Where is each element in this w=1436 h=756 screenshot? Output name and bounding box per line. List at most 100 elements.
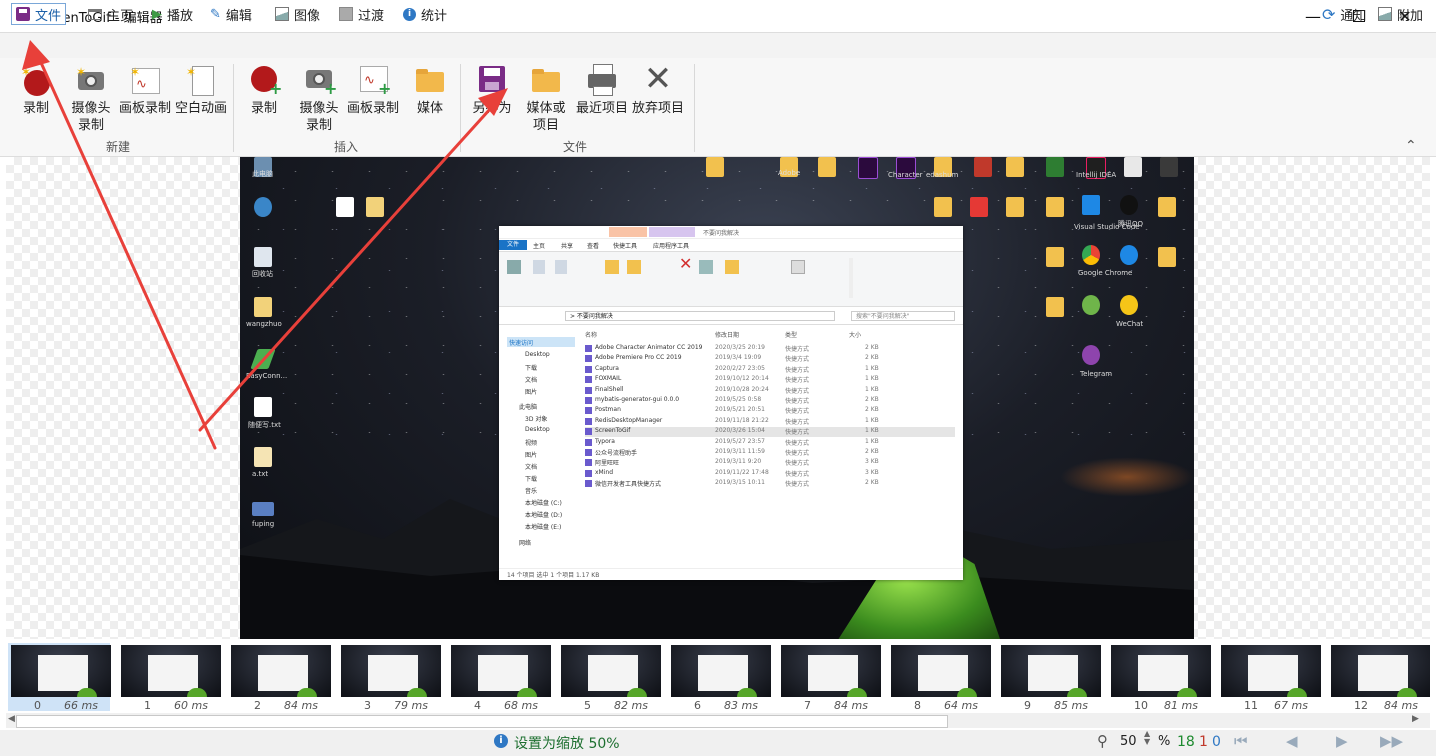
new-board-record-button[interactable]: ∿ ✶ 画板录制 [118, 62, 172, 117]
frame-delay: 68 ms [504, 699, 538, 712]
shortcut-icon [585, 449, 592, 456]
file-type: 快捷方式 [785, 450, 810, 457]
play-icon[interactable]: ▶ [1336, 732, 1348, 750]
file-size: 2 KB [865, 396, 879, 403]
file-row[interactable]: 阿里旺旺 2019/3/11 9:20 快捷方式 3 KB [585, 458, 955, 468]
frame-index: 5 [584, 699, 591, 712]
zoom-spinner-icon[interactable]: ▲ ▼ [1144, 730, 1150, 746]
file-icon [254, 297, 272, 317]
previous-frame-icon[interactable]: ◀ [1286, 732, 1298, 750]
file-row[interactable]: RedisDesktopManager 2019/11/18 21:22 快捷方式 1… [585, 417, 955, 427]
scrollbar-thumb[interactable] [16, 715, 948, 728]
frame-thumbnail[interactable]: 9 85 ms [998, 643, 1101, 712]
frame-delay: 84 ms [284, 699, 318, 712]
folder-icon [529, 62, 563, 96]
file-row[interactable]: Captura 2020/2/27 23:05 快捷方式 1 KB [585, 365, 955, 375]
explorer-window: 不要问我解决 文件 主页 共享 查看 快捷工具 应用程序工具 ✕ > 不要问我解… [499, 226, 963, 580]
frame-thumbnail[interactable]: 8 64 ms [888, 643, 991, 712]
file-name: FinalShell [595, 385, 624, 393]
insert-media-button[interactable]: 媒体 [410, 62, 450, 117]
tab-statistics[interactable]: i 统计 [399, 4, 451, 24]
file-row[interactable]: xMind 2019/11/22 17:48 快捷方式 3 KB [585, 469, 955, 479]
shortcut-icon [585, 438, 592, 446]
frame-thumbnail[interactable]: 3 79 ms [338, 643, 441, 712]
file-row[interactable]: 微信开发者工具快捷方式 2019/3/15 10:11 快捷方式 2 KB [585, 479, 955, 489]
pdf-icon [970, 197, 988, 217]
insert-record-button[interactable]: + 录制 [246, 62, 282, 117]
file-row[interactable]: Adobe Character Animator CC 2019 2020/3/2… [585, 344, 955, 354]
frame-index: 0 [34, 699, 41, 712]
frame-thumbnail[interactable]: 1 60 ms [118, 643, 221, 712]
file-type: 快捷方式 [785, 356, 810, 364]
file-type: 快捷方式 [785, 481, 810, 489]
media-or-project-button[interactable]: 媒体或 项目 [524, 62, 568, 134]
file-row[interactable]: Adobe Premiere Pro CC 2019 2019/3/4 19:09… [585, 354, 955, 364]
save-as-button[interactable]: 另存为 [470, 62, 514, 117]
new-webcam-record-button[interactable]: ✶ 摄像头 录制 [66, 62, 116, 134]
frame-thumbnail[interactable]: 10 81 ms [1108, 643, 1211, 712]
tab-home[interactable]: 主页 [84, 4, 137, 24]
extras-button[interactable]: 附加 [1374, 4, 1427, 24]
file-size: 2 KB [865, 448, 879, 455]
home-icon [88, 8, 102, 20]
file-row[interactable]: FinalShell 2019/10/28 20:24 快捷方式 1 KB [585, 386, 955, 396]
recent-projects-button[interactable]: 最近项目 [574, 62, 630, 117]
frame-thumbnail[interactable]: 0 66 ms [8, 643, 111, 712]
file-row[interactable]: mybatis-generator-gui 0.0.0 2019/5/25 0:5… [585, 396, 955, 406]
image-icon [1378, 7, 1392, 21]
shortcut-icon [585, 480, 592, 488]
file-type: 快捷方式 [785, 377, 810, 385]
first-frame-icon[interactable]: ⏮ [1234, 732, 1248, 750]
scroll-right-arrow-icon[interactable]: ▶ [1412, 714, 1419, 724]
next-frame-icon[interactable]: ▶▶ [1380, 732, 1403, 750]
tab-edit[interactable]: ✎ 编辑 [206, 4, 256, 24]
zoom-value[interactable]: 50 [1120, 734, 1137, 749]
insert-webcam-record-button[interactable]: + 摄像头 录制 [294, 62, 344, 134]
tab-play[interactable]: ▶ 播放 [148, 4, 197, 24]
file-row[interactable]: 公众号流程助手 2019/3/11 11:59 快捷方式 2 KB [585, 448, 955, 458]
image-icon [275, 7, 289, 21]
frame-thumbnail[interactable]: 2 84 ms [228, 643, 331, 712]
file-name: xMind [595, 468, 614, 476]
new-record-button[interactable]: ✶ 录制 [16, 62, 56, 117]
discard-project-button[interactable]: ✕ 放弃项目 [630, 62, 686, 117]
file-type: 快捷方式 [785, 460, 810, 468]
frame-index: 7 [804, 699, 811, 712]
frame-thumbnail[interactable]: 6 83 ms [668, 643, 771, 712]
frame-thumbnail[interactable]: 12 84 ms [1328, 643, 1430, 712]
excel-icon [1046, 157, 1064, 177]
file-row[interactable]: FOXMAIL 2019/10/12 20:14 快捷方式 1 KB [585, 375, 955, 385]
collapse-ribbon-chevron-icon[interactable]: ⌃ [1405, 138, 1417, 154]
frame-delay: 84 ms [1384, 699, 1418, 712]
file-date: 2020/3/25 20:19 [715, 344, 765, 351]
frame-delay: 83 ms [724, 699, 758, 712]
file-row[interactable]: Typora 2019/5/27 23:57 快捷方式 1 KB [585, 438, 955, 448]
file-row[interactable]: Postman 2019/5/21 20:51 快捷方式 2 KB [585, 406, 955, 416]
frame-thumbnail[interactable]: 4 68 ms [448, 643, 551, 712]
tab-image[interactable]: 图像 [271, 4, 324, 24]
frame-thumbnail[interactable]: 7 84 ms [778, 643, 881, 712]
insert-board-record-button[interactable]: ∿ + 画板录制 [346, 62, 400, 117]
tab-file[interactable]: 文件 [11, 3, 67, 25]
frame-delay: 82 ms [614, 699, 648, 712]
shortcut-icon [585, 397, 592, 404]
app-icon [1160, 157, 1178, 177]
board-icon: ∿ ✶ [128, 62, 162, 96]
app-icon [1082, 295, 1100, 315]
frame-thumbnail[interactable]: 11 67 ms [1218, 643, 1321, 712]
frame-list: 0 66 ms 1 60 ms 2 84 ms 3 79 ms 4 68 ms 5 82 ms 6 83 … [6, 640, 1430, 712]
shortcut-icon [585, 469, 592, 477]
file-row[interactable]: ScreenToGif 2020/3/26 15:04 快捷方式 1 KB [585, 427, 955, 438]
notifications-button[interactable]: ⟳ 通知 [1318, 4, 1370, 24]
file-date: 2019/3/11 11:59 [715, 448, 765, 455]
frame-thumbnail[interactable]: 5 82 ms [558, 643, 661, 712]
frame-image [121, 645, 221, 697]
scroll-left-arrow-icon[interactable]: ◀ [8, 714, 15, 724]
new-blank-animation-button[interactable]: ✶ 空白动画 [174, 62, 228, 117]
shortcut-icon [585, 386, 592, 394]
file-type: 快捷方式 [785, 429, 810, 437]
file-name: RedisDesktopManager [595, 416, 663, 424]
telegram-icon [1082, 345, 1100, 365]
shortcut-icon [585, 376, 592, 384]
tab-transition[interactable]: 过渡 [335, 4, 388, 24]
